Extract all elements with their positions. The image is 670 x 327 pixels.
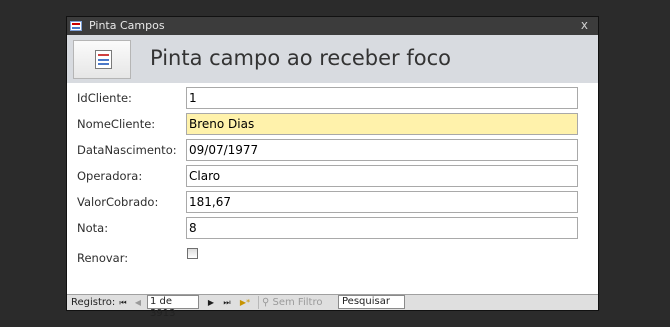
new-record-icon[interactable]: ▶* [238,296,252,309]
field-row-idcliente: IdCliente: 1 [67,87,598,109]
last-record-icon[interactable]: ⏭ [222,296,232,309]
valorcobrado-label: ValorCobrado: [77,195,159,209]
close-icon[interactable]: x [581,18,588,32]
nota-label: Nota: [77,221,109,235]
record-navigation-bar: Registro: ⏮ ◀ 1 de 3913 ▶ ⏭ ▶* ⚲ Sem Fil… [67,294,598,319]
no-filter-button[interactable]: ⚲ Sem Filtro [258,296,332,309]
datanascimento-label: DataNascimento: [77,143,177,157]
nota-field[interactable]: 8 [186,217,578,239]
idcliente-field[interactable]: 1 [186,87,578,109]
nomecliente-field[interactable]: Breno Dias [186,113,578,135]
field-row-operadora: Operadora: Claro [67,165,598,187]
nomecliente-label: NomeCliente: [77,117,156,131]
field-row-valorcobrado: ValorCobrado: 181,67 [67,191,598,213]
form-icon [73,40,131,79]
datanascimento-field[interactable]: 09/07/1977 [186,139,578,161]
first-record-icon[interactable]: ⏮ [118,296,128,309]
record-label: Registro: [71,297,116,308]
previous-record-icon[interactable]: ◀ [133,296,143,309]
search-input[interactable]: Pesquisar [338,295,405,309]
next-record-icon[interactable]: ▶ [206,296,216,309]
field-row-renovar: Renovar: [67,246,598,268]
valorcobrado-field[interactable]: 181,67 [186,191,578,213]
operadora-field[interactable]: Claro [186,165,578,187]
field-row-datanascimento: DataNascimento: 09/07/1977 [67,139,598,161]
renovar-label: Renovar: [77,251,129,265]
form-window-icon [70,21,82,31]
form-window: Pinta Campos x Pinta campo ao receber fo… [66,16,599,319]
no-filter-label: Sem Filtro [272,297,323,308]
idcliente-label: IdCliente: [77,91,132,105]
form-header: Pinta campo ao receber foco [67,35,598,83]
renovar-checkbox[interactable] [187,248,198,259]
field-row-nomecliente: NomeCliente: Breno Dias [67,113,598,135]
title-bar[interactable]: Pinta Campos x [67,17,598,35]
window-title: Pinta Campos [89,19,165,32]
header-title: Pinta campo ao receber foco [150,46,451,70]
operadora-label: Operadora: [77,169,143,183]
field-row-nota: Nota: 8 [67,217,598,239]
filter-icon: ⚲ [262,297,273,308]
current-record-input[interactable]: 1 de 3913 [147,295,199,319]
